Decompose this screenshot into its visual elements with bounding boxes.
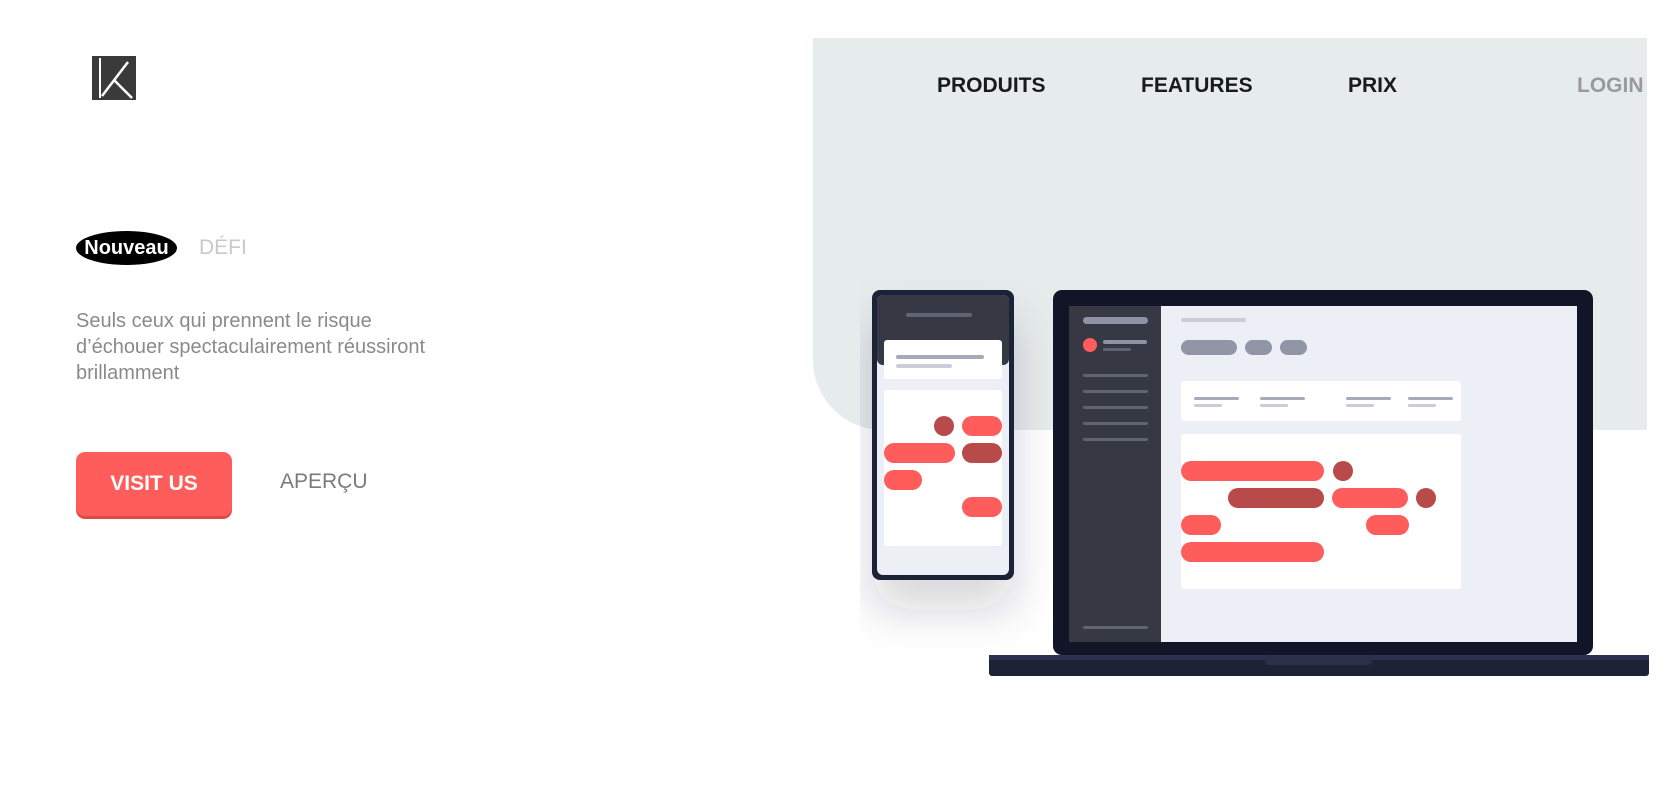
landing-page: PRODUITS FEATURES PRIX LOGIN Nouveau DÉF…: [0, 0, 1669, 798]
new-badge: Nouveau: [76, 231, 177, 265]
nav-login[interactable]: LOGIN: [1577, 74, 1644, 98]
badge-label: DÉFI: [199, 236, 247, 259]
apercu-link[interactable]: APERÇU: [280, 470, 368, 494]
visit-us-button[interactable]: VISIT US: [76, 452, 232, 516]
nav-produits[interactable]: PRODUITS: [937, 74, 1046, 98]
nav-features[interactable]: FEATURES: [1141, 74, 1253, 98]
phone-illustration: [872, 290, 1014, 580]
devices-illustration: [872, 290, 1649, 676]
nav-prix[interactable]: PRIX: [1348, 74, 1397, 98]
hero-tagline: Seuls ceux qui prennent le risque d’écho…: [76, 310, 426, 384]
hero-badge-row: Nouveau DÉFI: [76, 231, 247, 265]
laptop-illustration: [989, 290, 1649, 676]
k-logo-icon[interactable]: [92, 56, 136, 100]
